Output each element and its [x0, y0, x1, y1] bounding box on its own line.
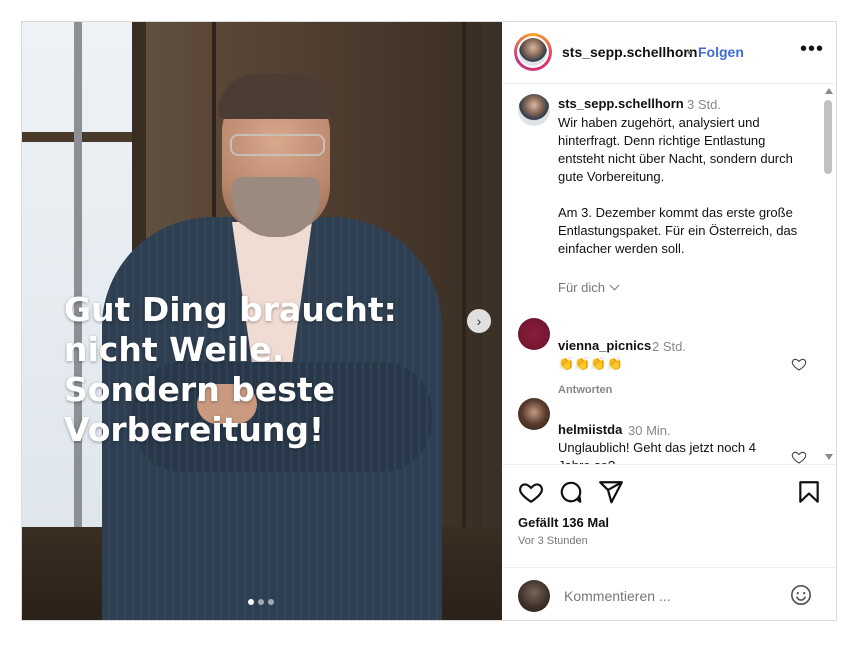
carousel-dot[interactable]: [268, 599, 274, 605]
author-avatar[interactable]: [514, 33, 552, 71]
comment-time[interactable]: 30 Min.: [628, 423, 671, 438]
scrollbar[interactable]: [822, 84, 834, 464]
current-user-avatar: [518, 580, 550, 612]
comment-text: Unglaublich! Geht das jetzt noch 4 Jahre…: [558, 440, 757, 464]
caption-text: Wir haben zugehört, analysiert und hinte…: [558, 115, 793, 184]
instagram-post: Gut Ding braucht: nicht Weile. Sondern b…: [21, 21, 837, 621]
caption-time[interactable]: 3 Std.: [687, 97, 721, 112]
image-overlay-text: Gut Ding braucht: nicht Weile. Sondern b…: [64, 290, 397, 449]
follow-button[interactable]: Folgen: [698, 44, 744, 60]
chevron-right-icon: ›: [476, 313, 482, 329]
caption-username[interactable]: sts_sepp.schellhorn: [558, 96, 684, 111]
for-you-label: Für dich: [558, 280, 605, 295]
caption-avatar[interactable]: [518, 94, 550, 126]
comment-username[interactable]: vienna_picnics: [558, 338, 651, 353]
post-image[interactable]: Gut Ding braucht: nicht Weile. Sondern b…: [22, 22, 502, 620]
bookmark-icon[interactable]: [796, 479, 822, 505]
carousel-dot[interactable]: [258, 599, 264, 605]
chevron-down-icon: [609, 280, 620, 291]
comments-list[interactable]: sts_sepp.schellhorn 3 Std. Wir haben zug…: [502, 84, 836, 464]
comment-icon[interactable]: [558, 479, 584, 505]
caption-text: Am 3. Dezember kommt das erste große Ent…: [558, 205, 798, 256]
translation-for-you-toggle[interactable]: Für dich: [558, 280, 620, 295]
carousel-dots: [248, 599, 274, 605]
post-sidebar: sts_sepp.schellhorn • Folgen ••• sts_sep…: [502, 22, 836, 620]
share-icon[interactable]: [598, 479, 624, 505]
scrollbar-thumb[interactable]: [824, 100, 832, 174]
separator-dot: •: [687, 44, 692, 60]
more-horizontal-icon[interactable]: •••: [800, 38, 824, 61]
author-username[interactable]: sts_sepp.schellhorn: [562, 44, 697, 60]
post-time-ago[interactable]: Vor 3 Stunden: [518, 535, 588, 547]
comment-time[interactable]: 2 Std.: [652, 339, 686, 354]
post-header: sts_sepp.schellhorn • Folgen •••: [502, 22, 836, 84]
comment-avatar[interactable]: [518, 398, 550, 430]
comment-input[interactable]: [562, 584, 786, 608]
heart-icon[interactable]: [791, 449, 807, 464]
scroll-up-icon[interactable]: [825, 88, 833, 94]
comment-username[interactable]: helmiistda: [558, 422, 622, 437]
next-image-button[interactable]: ›: [467, 309, 491, 333]
carousel-dot[interactable]: [248, 599, 254, 605]
emoji-icon[interactable]: [790, 584, 812, 606]
heart-icon[interactable]: [791, 356, 807, 372]
comment-bar: [502, 567, 836, 622]
heart-icon[interactable]: [518, 479, 544, 505]
likes-count[interactable]: Gefällt 136 Mal: [518, 515, 609, 530]
reply-button[interactable]: Antworten: [558, 384, 612, 396]
scroll-down-icon[interactable]: [825, 454, 833, 460]
comment-text: 👏👏👏👏: [558, 356, 623, 371]
post-actions: Gefällt 136 Mal Vor 3 Stunden: [502, 464, 836, 621]
comment-avatar[interactable]: [518, 318, 550, 350]
